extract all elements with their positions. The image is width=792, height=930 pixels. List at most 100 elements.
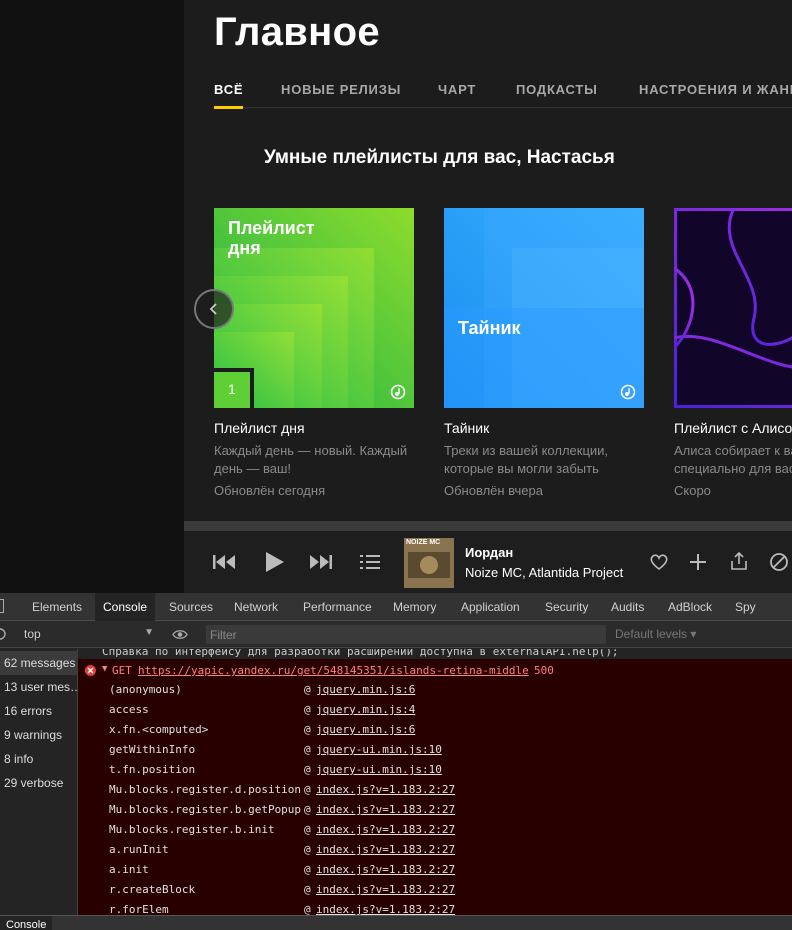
drawer-tab-console[interactable]: Console	[0, 916, 53, 930]
drawer-bar: Console	[0, 915, 792, 930]
track-cover[interactable]: NOIZE MC	[404, 538, 454, 588]
track-artist[interactable]: Noize MC, Atlantida Project	[465, 565, 623, 580]
sidebar-item-user-messages[interactable]: 13 user mes…	[0, 675, 78, 699]
tab-security[interactable]: Security	[537, 593, 596, 621]
frame-source-link[interactable]: jquery.min.js:6	[316, 683, 415, 696]
at-symbol: @	[304, 683, 311, 696]
tab-application[interactable]: Application	[453, 593, 528, 621]
frame-function: r.createBlock	[109, 883, 196, 896]
eye-icon[interactable]	[172, 629, 188, 640]
tab-chart[interactable]: ЧАРТ	[438, 82, 476, 97]
frame-source-link[interactable]: index.js?v=1.183.2:27	[316, 883, 455, 896]
request-method: GET	[112, 664, 132, 677]
playlist-card-stash[interactable]: Тайник Тайник Треки из вашей коллекции, …	[444, 208, 644, 498]
frame-source-link[interactable]: jquery-ui.min.js:10	[316, 743, 442, 756]
devtools-panel: Elements Console Sources Network Perform…	[0, 593, 792, 930]
tab-console[interactable]: Console	[95, 593, 156, 621]
frame-function: a.init	[109, 863, 149, 876]
tab-sources[interactable]: Sources	[161, 593, 221, 621]
queue-icon[interactable]	[360, 554, 380, 570]
frame-function: x.fn.<computed>	[109, 723, 209, 736]
frame-function: getWithinInfo	[109, 743, 196, 756]
heart-icon[interactable]	[649, 553, 669, 571]
play-icon[interactable]	[264, 551, 286, 573]
playlist-updated: Скоро	[674, 483, 711, 498]
sidebar-item-warnings[interactable]: 9 warnings	[0, 723, 78, 747]
frame-source-link[interactable]: jquery-ui.min.js:10	[316, 763, 442, 776]
stack-frame: getWithinInfo @ jquery-ui.min.js:10	[78, 743, 792, 763]
at-symbol: @	[304, 883, 311, 896]
playlist-card-alice[interactable]: Плейлист с Алисой Алиса собирает к вам т…	[674, 208, 792, 498]
device-toolbar-icon[interactable]	[0, 599, 4, 613]
share-icon[interactable]	[730, 551, 748, 571]
next-track-icon[interactable]	[308, 554, 332, 570]
block-icon[interactable]	[769, 552, 789, 572]
page-title: Главное	[214, 10, 380, 54]
playback-progress-bar[interactable]	[184, 521, 792, 531]
playlist-updated: Обновлён вчера	[444, 483, 543, 498]
frame-source-link[interactable]: index.js?v=1.183.2:27	[316, 863, 455, 876]
playlist-cover-stash[interactable]: Тайник	[444, 208, 644, 408]
frame-source-link[interactable]: jquery.min.js:6	[316, 723, 415, 736]
stack-frame: r.createBlock @ index.js?v=1.183.2:27	[78, 883, 792, 903]
tab-spy[interactable]: Spy	[727, 593, 764, 621]
tab-adblock[interactable]: AdBlock	[660, 593, 720, 621]
tab-network[interactable]: Network	[226, 593, 286, 621]
playlist-card-day[interactable]: Плейлист дня 1 Плейлист дня Каждый день …	[214, 208, 414, 498]
request-url[interactable]: https://yapic.yandex.ru/get/548145351/is…	[138, 664, 529, 677]
cover-title-stash: Тайник	[458, 318, 521, 338]
error-icon	[85, 665, 96, 676]
stack-frame: r.forElem @ index.js?v=1.183.2:27	[78, 903, 792, 915]
frame-source-link[interactable]: index.js?v=1.183.2:27	[316, 803, 455, 816]
stack-frame: access @ jquery.min.js:4	[78, 703, 792, 723]
tab-new-releases[interactable]: НОВЫЕ РЕЛИЗЫ	[281, 82, 401, 97]
log-levels-dropdown[interactable]: Default levels ▾	[615, 627, 696, 641]
playlist-cover-alice[interactable]	[674, 208, 792, 408]
playlist-cover-day[interactable]: Плейлист дня 1	[214, 208, 414, 408]
info-message: Справка по интерфейсу для разработки рас…	[78, 649, 792, 659]
clear-console-icon[interactable]	[0, 628, 6, 640]
tab-podcasts[interactable]: ПОДКАСТЫ	[516, 82, 598, 97]
stack-frame: Mu.blocks.register.d.position @ index.js?v…	[78, 783, 792, 803]
expand-triangle-icon[interactable]: ▼	[102, 664, 107, 674]
sidebar-item-errors[interactable]: 16 errors	[0, 699, 78, 723]
at-symbol: @	[304, 843, 311, 856]
frame-function: r.forElem	[109, 903, 169, 915]
frame-source-link[interactable]: jquery.min.js:4	[316, 703, 415, 716]
tab-memory[interactable]: Memory	[385, 593, 444, 621]
tab-all[interactable]: ВСЁ	[214, 82, 244, 109]
sidebar-item-info[interactable]: 8 info	[0, 747, 78, 771]
playlist-name[interactable]: Плейлист с Алисой	[674, 420, 792, 436]
console-log: Справка по интерфейсу для разработки рас…	[78, 649, 792, 915]
at-symbol: @	[304, 703, 311, 716]
tab-audits[interactable]: Audits	[603, 593, 652, 621]
section-title: Умные плейлисты для вас, Настасья	[264, 147, 615, 168]
context-selector[interactable]: top ▼	[24, 627, 154, 641]
tab-moods-genres[interactable]: НАСТРОЕНИЯ И ЖАНРЫ	[639, 82, 792, 97]
sidebar-item-messages[interactable]: 62 messages	[0, 651, 78, 675]
filter-input[interactable]	[206, 625, 606, 644]
chevron-down-icon: ▼	[144, 627, 154, 638]
frame-source-link[interactable]: index.js?v=1.183.2:27	[316, 903, 455, 915]
carousel-prev-button[interactable]	[194, 289, 234, 329]
add-icon[interactable]	[689, 553, 707, 571]
previous-track-icon[interactable]	[213, 554, 237, 570]
status-code: 500	[534, 664, 554, 677]
frame-function: Mu.blocks.register.d.position	[109, 783, 302, 796]
at-symbol: @	[304, 783, 311, 796]
tab-elements[interactable]: Elements	[24, 593, 90, 621]
at-symbol: @	[304, 763, 311, 776]
tab-performance[interactable]: Performance	[295, 593, 380, 621]
frame-function: Mu.blocks.register.b.getPopup	[109, 803, 302, 816]
playlist-name[interactable]: Плейлист дня	[214, 420, 305, 436]
playlist-name[interactable]: Тайник	[444, 420, 489, 436]
frame-source-link[interactable]: index.js?v=1.183.2:27	[316, 843, 455, 856]
at-symbol: @	[304, 803, 311, 816]
playlist-description: Треки из вашей коллекции, которые вы мог…	[444, 443, 609, 476]
frame-source-link[interactable]: index.js?v=1.183.2:27	[316, 783, 455, 796]
track-title[interactable]: Иордан	[465, 545, 513, 560]
frame-source-link[interactable]: index.js?v=1.183.2:27	[316, 823, 455, 836]
error-message[interactable]: ▼ GET https://yapic.yandex.ru/get/548145…	[78, 663, 792, 681]
at-symbol: @	[304, 743, 311, 756]
sidebar-item-verbose[interactable]: 29 verbose	[0, 771, 78, 795]
